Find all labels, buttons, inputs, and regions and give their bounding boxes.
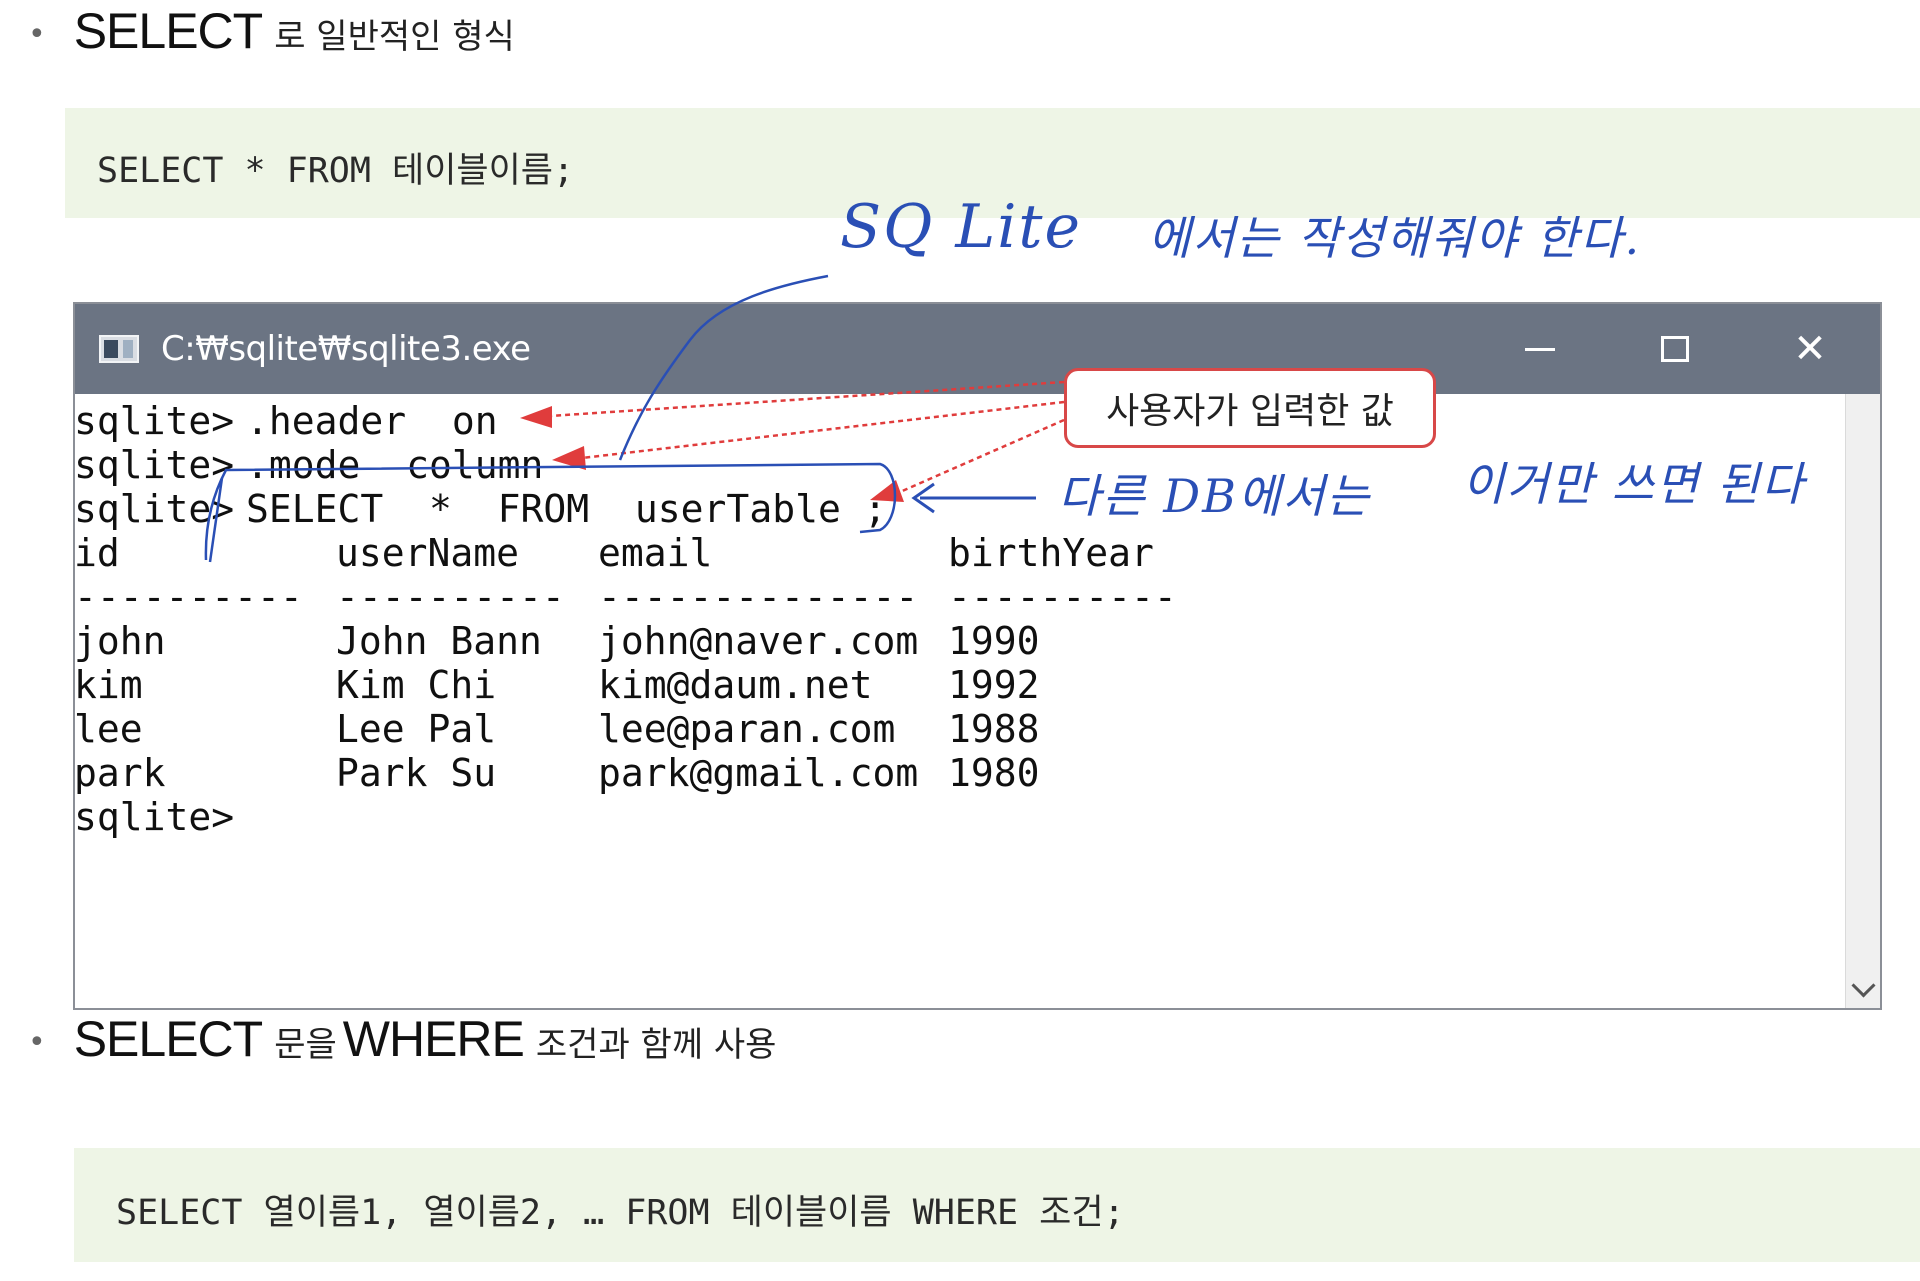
section-heading-select: • SELECT 로 일반적인 형식 (28, 2, 521, 60)
column-header: id (74, 531, 120, 575)
table-cell: lee@paran.com (598, 707, 896, 751)
console-prompt: sqlite> (74, 443, 235, 487)
handwritten-sqlite-note: 에서는 작성해줘야 한다. (1148, 211, 1642, 265)
code-block-select-where: SELECT 열이름1, 열이름2, … FROM 테이블이름 WHERE 조건… (74, 1148, 1920, 1262)
table-cell: park (74, 751, 166, 795)
table-cell: john@naver.com (598, 619, 919, 663)
table-cell: john (74, 619, 166, 663)
minimize-icon (1525, 347, 1555, 351)
close-icon: ✕ (1793, 326, 1827, 372)
table-cell: 1988 (948, 707, 1040, 751)
table-cell: kim@daum.net (598, 663, 873, 707)
heading-keyword: SELECT (73, 3, 264, 59)
table-cell: John Bann (336, 619, 542, 663)
console-app-icon (99, 335, 139, 363)
column-separator: ---------- (74, 575, 303, 619)
bullet-icon: • (28, 1025, 46, 1060)
vertical-scrollbar[interactable] (1845, 394, 1880, 1008)
table-cell: park@gmail.com (598, 751, 919, 795)
window-title-bar[interactable]: C:₩sqlite₩sqlite3.exe ✕ (75, 304, 1880, 394)
table-cell: 1992 (948, 663, 1040, 707)
column-header: birthYear (948, 531, 1154, 575)
column-separator: -------------- (598, 575, 919, 619)
column-header: userName (336, 531, 520, 575)
console-command: .header on (246, 399, 498, 443)
minimize-button[interactable] (1480, 304, 1600, 394)
table-cell: kim (74, 663, 143, 707)
bullet-icon: • (28, 17, 46, 52)
user-input-callout: 사용자가 입력한 값 (1064, 368, 1436, 448)
console-prompt: sqlite> (74, 399, 235, 443)
heading-keyword: WHERE (342, 1011, 525, 1067)
table-cell: lee (74, 707, 143, 751)
console-command: SELECT * FROM userTable ; (246, 487, 887, 531)
chevron-down-icon[interactable] (1851, 973, 1876, 998)
heading-keyword: SELECT (73, 1011, 264, 1067)
table-cell: 1980 (948, 751, 1040, 795)
column-separator: ---------- (948, 575, 1177, 619)
table-cell: 1990 (948, 619, 1040, 663)
table-cell: Lee Pal (336, 707, 497, 751)
code-line: SELECT * FROM 테이블이름; (97, 151, 575, 191)
handwritten-other-db-label: 다른 DB에서는 (1058, 469, 1371, 523)
heading-text: 로 일반적인 형식 (274, 17, 515, 57)
table-cell: Kim Chi (336, 663, 497, 707)
code-line: SELECT 열이름1, 열이름2, … FROM 테이블이름 WHERE 조건… (116, 1193, 1125, 1233)
section-heading-select-where: • SELECT 문을 WHERE 조건과 함께 사용 (28, 1010, 782, 1068)
console-prompt: sqlite> (74, 487, 235, 531)
heading-text: 조건과 함께 사용 (535, 1025, 777, 1065)
handwritten-other-db-note: 이거만 쓰면 된다 (1462, 457, 1806, 511)
heading-text: 문을 (274, 1025, 337, 1065)
column-separator: ---------- (336, 575, 565, 619)
maximize-icon (1661, 336, 1689, 362)
maximize-button[interactable] (1615, 304, 1735, 394)
close-button[interactable]: ✕ (1750, 304, 1870, 394)
column-header: email (598, 531, 713, 575)
window-title: C:₩sqlite₩sqlite3.exe (161, 329, 531, 369)
console-prompt: sqlite> (74, 795, 235, 839)
console-command: .mode column (246, 443, 544, 487)
table-cell: Park Su (336, 751, 497, 795)
handwritten-sqlite-label: SQ Lite (840, 192, 1083, 262)
